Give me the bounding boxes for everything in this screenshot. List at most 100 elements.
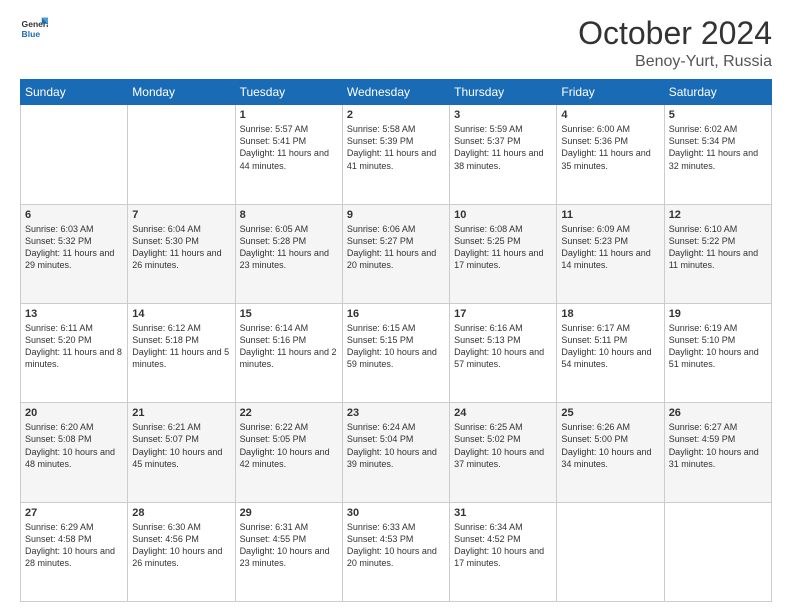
week-row-2: 6 Sunrise: 6:03 AMSunset: 5:32 PMDaylight… xyxy=(21,204,772,303)
week-row-3: 13 Sunrise: 6:11 AMSunset: 5:20 PMDayligh… xyxy=(21,303,772,402)
location-subtitle: Benoy-Yurt, Russia xyxy=(578,53,772,71)
col-tuesday: Tuesday xyxy=(235,80,342,105)
calendar-header-row: Sunday Monday Tuesday Wednesday Thursday… xyxy=(21,80,772,105)
cell-info: Sunrise: 6:09 AMSunset: 5:23 PMDaylight:… xyxy=(561,223,659,272)
table-row: 9 Sunrise: 6:06 AMSunset: 5:27 PMDaylight… xyxy=(342,204,449,303)
table-row: 18 Sunrise: 6:17 AMSunset: 5:11 PMDayligh… xyxy=(557,303,664,402)
table-row: 15 Sunrise: 6:14 AMSunset: 5:16 PMDayligh… xyxy=(235,303,342,402)
cell-info: Sunrise: 6:06 AMSunset: 5:27 PMDaylight:… xyxy=(347,223,445,272)
day-number: 17 xyxy=(454,308,552,320)
table-row: 19 Sunrise: 6:19 AMSunset: 5:10 PMDayligh… xyxy=(664,303,771,402)
day-number: 12 xyxy=(669,209,767,221)
day-number: 22 xyxy=(240,407,338,419)
cell-info: Sunrise: 6:25 AMSunset: 5:02 PMDaylight:… xyxy=(454,421,552,470)
svg-text:Blue: Blue xyxy=(22,29,41,39)
table-row: 10Sunrise: 6:08 AMSunset: 5:25 PMDayligh… xyxy=(450,204,557,303)
table-row: 24 Sunrise: 6:25 AMSunset: 5:02 PMDayligh… xyxy=(450,403,557,502)
cell-info: Sunrise: 6:16 AMSunset: 5:13 PMDaylight:… xyxy=(454,322,552,371)
table-row: 30Sunrise: 6:33 AMSunset: 4:53 PMDayligh… xyxy=(342,502,449,601)
page: General Blue October 2024 Benoy-Yurt, Ru… xyxy=(0,0,792,612)
cell-info: Sunrise: 6:21 AMSunset: 5:07 PMDaylight:… xyxy=(132,421,230,470)
table-row: 28 Sunrise: 6:30 AMSunset: 4:56 PMDayligh… xyxy=(128,502,235,601)
table-row xyxy=(128,105,235,204)
cell-info: Sunrise: 6:31 AMSunset: 4:55 PMDaylight:… xyxy=(240,521,338,570)
logo-icon: General Blue xyxy=(20,16,48,44)
cell-info: Sunrise: 6:30 AMSunset: 4:56 PMDaylight:… xyxy=(132,521,230,570)
day-number: 18 xyxy=(561,308,659,320)
table-row: 3 Sunrise: 5:59 AMSunset: 5:37 PMDaylight… xyxy=(450,105,557,204)
day-number: 14 xyxy=(132,308,230,320)
cell-info: Sunrise: 6:29 AMSunset: 4:58 PMDaylight:… xyxy=(25,521,123,570)
table-row: 23Sunrise: 6:24 AMSunset: 5:04 PMDayligh… xyxy=(342,403,449,502)
table-row: 7 Sunrise: 6:04 AMSunset: 5:30 PMDaylight… xyxy=(128,204,235,303)
cell-info: Sunrise: 5:58 AMSunset: 5:39 PMDaylight:… xyxy=(347,123,445,172)
table-row: 22 Sunrise: 6:22 AMSunset: 5:05 PMDayligh… xyxy=(235,403,342,502)
col-monday: Monday xyxy=(128,80,235,105)
day-number: 8 xyxy=(240,209,338,221)
cell-info: Sunrise: 5:57 AMSunset: 5:41 PMDaylight:… xyxy=(240,123,338,172)
table-row: 17 Sunrise: 6:16 AMSunset: 5:13 PMDayligh… xyxy=(450,303,557,402)
day-number: 9 xyxy=(347,209,445,221)
day-number: 3 xyxy=(454,109,552,121)
cell-info: Sunrise: 6:02 AMSunset: 5:34 PMDaylight:… xyxy=(669,123,767,172)
table-row: 8Sunrise: 6:05 AMSunset: 5:28 PMDaylight… xyxy=(235,204,342,303)
col-saturday: Saturday xyxy=(664,80,771,105)
table-row: 21 Sunrise: 6:21 AMSunset: 5:07 PMDayligh… xyxy=(128,403,235,502)
table-row: 26Sunrise: 6:27 AMSunset: 4:59 PMDayligh… xyxy=(664,403,771,502)
cell-info: Sunrise: 6:14 AMSunset: 5:16 PMDaylight:… xyxy=(240,322,338,371)
day-number: 16 xyxy=(347,308,445,320)
cell-info: Sunrise: 6:08 AMSunset: 5:25 PMDaylight:… xyxy=(454,223,552,272)
day-number: 5 xyxy=(669,109,767,121)
cell-info: Sunrise: 6:11 AMSunset: 5:20 PMDaylight:… xyxy=(25,322,123,371)
cell-info: Sunrise: 6:17 AMSunset: 5:11 PMDaylight:… xyxy=(561,322,659,371)
cell-info: Sunrise: 6:20 AMSunset: 5:08 PMDaylight:… xyxy=(25,421,123,470)
day-number: 21 xyxy=(132,407,230,419)
table-row xyxy=(21,105,128,204)
day-number: 6 xyxy=(25,209,123,221)
table-row xyxy=(557,502,664,601)
cell-info: Sunrise: 6:03 AMSunset: 5:32 PMDaylight:… xyxy=(25,223,123,272)
table-row: 20 Sunrise: 6:20 AMSunset: 5:08 PMDayligh… xyxy=(21,403,128,502)
table-row: 13 Sunrise: 6:11 AMSunset: 5:20 PMDayligh… xyxy=(21,303,128,402)
calendar-table: Sunday Monday Tuesday Wednesday Thursday… xyxy=(20,79,772,602)
day-number: 13 xyxy=(25,308,123,320)
table-row: 16 Sunrise: 6:15 AMSunset: 5:15 PMDayligh… xyxy=(342,303,449,402)
cell-info: Sunrise: 6:04 AMSunset: 5:30 PMDaylight:… xyxy=(132,223,230,272)
day-number: 29 xyxy=(240,507,338,519)
day-number: 20 xyxy=(25,407,123,419)
day-number: 25 xyxy=(561,407,659,419)
cell-info: Sunrise: 6:12 AMSunset: 5:18 PMDaylight:… xyxy=(132,322,230,371)
cell-info: Sunrise: 6:15 AMSunset: 5:15 PMDaylight:… xyxy=(347,322,445,371)
table-row: 14 Sunrise: 6:12 AMSunset: 5:18 PMDayligh… xyxy=(128,303,235,402)
day-number: 7 xyxy=(132,209,230,221)
cell-info: Sunrise: 5:59 AMSunset: 5:37 PMDaylight:… xyxy=(454,123,552,172)
day-number: 31 xyxy=(454,507,552,519)
table-row: 6 Sunrise: 6:03 AMSunset: 5:32 PMDaylight… xyxy=(21,204,128,303)
day-number: 28 xyxy=(132,507,230,519)
cell-info: Sunrise: 6:26 AMSunset: 5:00 PMDaylight:… xyxy=(561,421,659,470)
week-row-1: 1 Sunrise: 5:57 AMSunset: 5:41 PMDaylight… xyxy=(21,105,772,204)
col-friday: Friday xyxy=(557,80,664,105)
day-number: 2 xyxy=(347,109,445,121)
week-row-4: 20 Sunrise: 6:20 AMSunset: 5:08 PMDayligh… xyxy=(21,403,772,502)
day-number: 11 xyxy=(561,209,659,221)
title-block: October 2024 Benoy-Yurt, Russia xyxy=(578,16,772,71)
day-number: 15 xyxy=(240,308,338,320)
day-number: 24 xyxy=(454,407,552,419)
cell-info: Sunrise: 6:22 AMSunset: 5:05 PMDaylight:… xyxy=(240,421,338,470)
day-number: 1 xyxy=(240,109,338,121)
logo: General Blue xyxy=(20,16,48,44)
day-number: 27 xyxy=(25,507,123,519)
cell-info: Sunrise: 6:19 AMSunset: 5:10 PMDaylight:… xyxy=(669,322,767,371)
header: General Blue October 2024 Benoy-Yurt, Ru… xyxy=(20,16,772,71)
table-row: 11 Sunrise: 6:09 AMSunset: 5:23 PMDayligh… xyxy=(557,204,664,303)
day-number: 19 xyxy=(669,308,767,320)
col-sunday: Sunday xyxy=(21,80,128,105)
day-number: 30 xyxy=(347,507,445,519)
cell-info: Sunrise: 6:27 AMSunset: 4:59 PMDaylight:… xyxy=(669,421,767,470)
table-row: 25 Sunrise: 6:26 AMSunset: 5:00 PMDayligh… xyxy=(557,403,664,502)
table-row: 2 Sunrise: 5:58 AMSunset: 5:39 PMDaylight… xyxy=(342,105,449,204)
cell-info: Sunrise: 6:10 AMSunset: 5:22 PMDaylight:… xyxy=(669,223,767,272)
day-number: 23 xyxy=(347,407,445,419)
table-row: 27 Sunrise: 6:29 AMSunset: 4:58 PMDayligh… xyxy=(21,502,128,601)
